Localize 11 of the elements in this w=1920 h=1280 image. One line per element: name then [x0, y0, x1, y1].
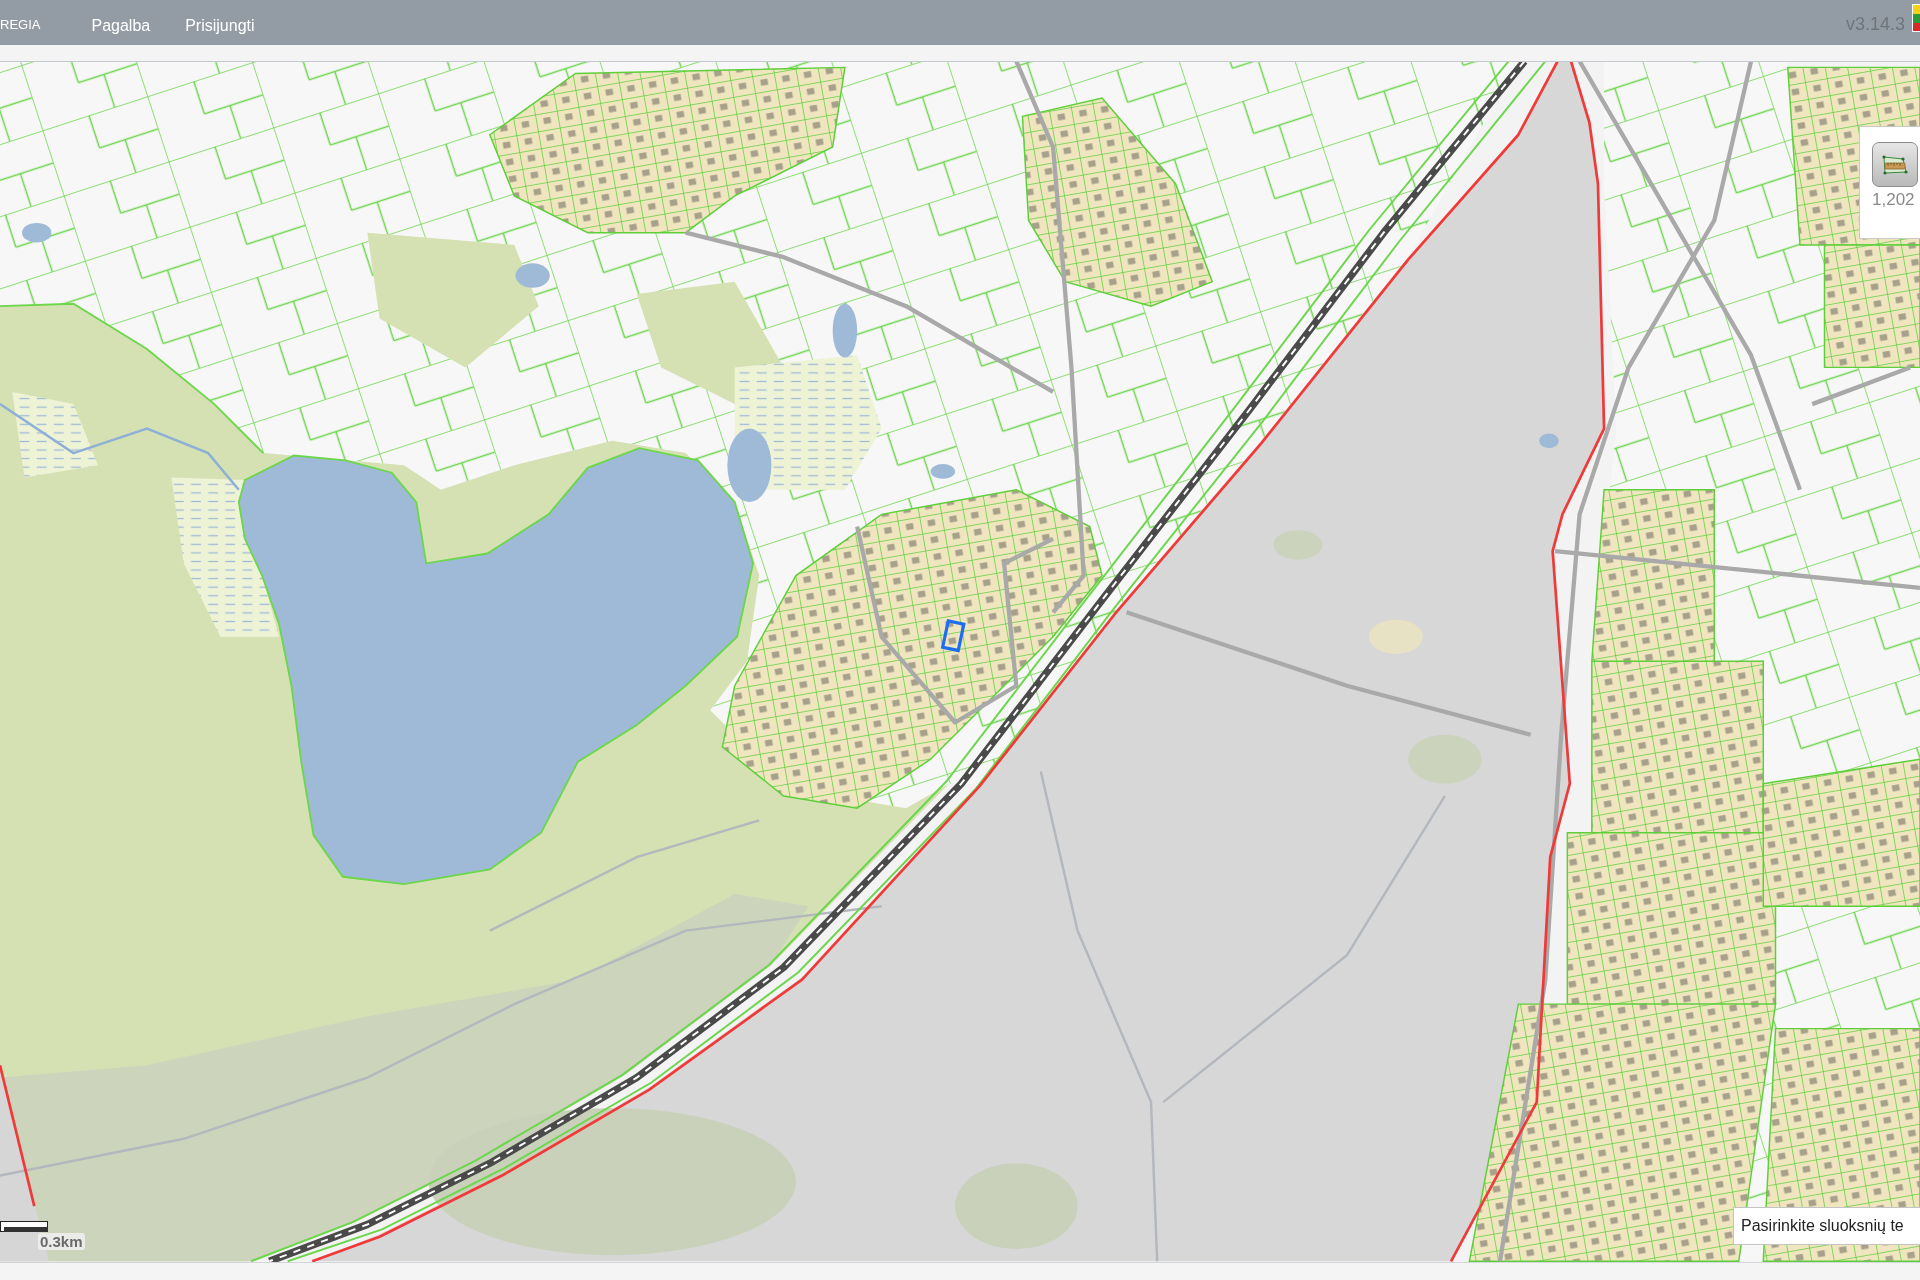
menu-link[interactable]: Prisijungti [185, 16, 255, 35]
area-ruler-icon [1882, 154, 1908, 175]
menu-link[interactable]: Pagalba [91, 16, 151, 35]
measure-reading: 1,202 [1872, 190, 1915, 210]
brand-name: REGIA [0, 17, 41, 32]
scale-label: 0.3km [38, 1233, 85, 1250]
map-drawing[interactable] [0, 62, 1920, 1262]
flag-icon[interactable] [1912, 4, 1920, 32]
measure-tool-button[interactable] [1872, 142, 1918, 187]
scale-bar-icon [0, 1221, 48, 1232]
layer-search-field[interactable]: Pasirinkite sluoksnių te [1733, 1207, 1920, 1245]
